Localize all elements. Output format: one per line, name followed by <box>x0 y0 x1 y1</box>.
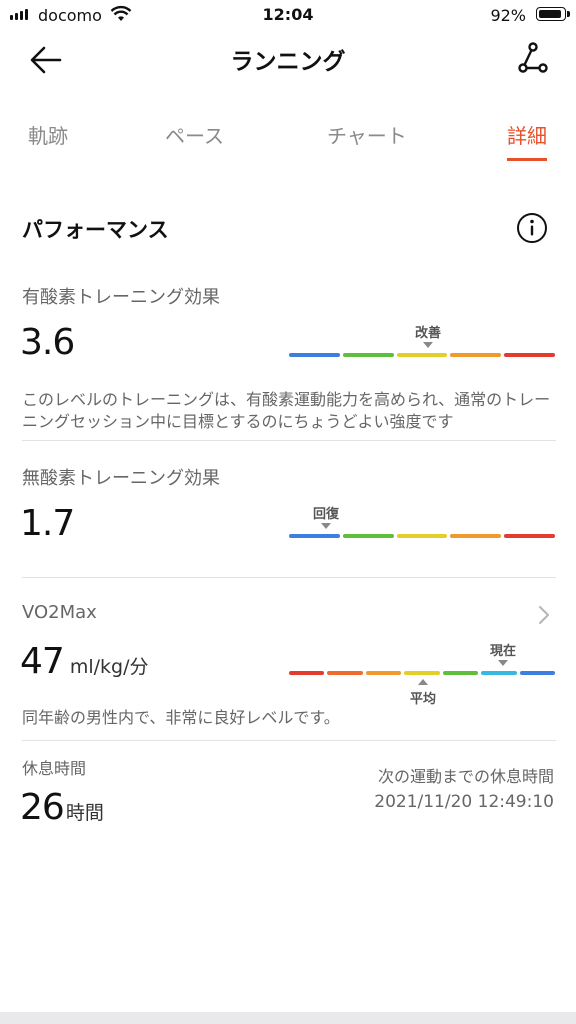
scale-segment <box>450 534 502 538</box>
aerobic-value: 3.6 <box>20 322 75 363</box>
battery-percent: 92% <box>490 6 526 25</box>
aerobic-marker-label: 改善 <box>414 326 441 341</box>
vo2max-average-marker-icon <box>418 679 428 685</box>
scale-segment <box>327 671 363 675</box>
navigation-bar: ランニング <box>0 30 576 90</box>
bottom-strip <box>0 1012 576 1024</box>
tab-bar: 軌跡 ペース チャート 詳細 <box>0 112 576 162</box>
vo2max-current-label: 現在 <box>489 644 516 659</box>
scale-segment <box>396 353 448 357</box>
scale-segment <box>289 671 325 675</box>
vo2max-current-marker-icon <box>498 660 508 666</box>
scale-segment <box>342 353 394 357</box>
vo2max-description: 同年齢の男性内で、非常に良好レベルです。 <box>22 708 340 727</box>
scale-segment <box>396 534 448 538</box>
aerobic-description: このレベルのトレーニングは、有酸素運動能力を高められ、通常のトレーニングセッショ… <box>22 390 551 431</box>
tab-chart[interactable]: チャート <box>327 120 407 149</box>
scale-segment <box>504 534 555 538</box>
rest-label: 休息時間 <box>22 759 87 778</box>
chevron-right-icon[interactable] <box>534 603 554 627</box>
anaerobic-marker-label: 回復 <box>312 507 339 522</box>
rest-value-row: 26 時間 <box>20 787 104 828</box>
vo2max-average-label: 平均 <box>409 692 436 707</box>
scale-segment <box>404 671 440 675</box>
divider <box>22 740 556 741</box>
anaerobic-label: 無酸素トレーニング効果 <box>22 468 220 489</box>
divider <box>22 577 556 578</box>
tab-pace[interactable]: ペース <box>165 120 224 149</box>
vo2max-value-row: 47 ml/kg/分 <box>20 641 148 682</box>
anaerobic-value: 1.7 <box>20 503 75 544</box>
scale-segment <box>481 671 517 675</box>
scale-segment <box>450 353 502 357</box>
anaerobic-marker-icon <box>321 523 331 529</box>
divider <box>22 440 556 441</box>
scale-segment <box>504 353 555 357</box>
info-icon[interactable] <box>516 212 548 244</box>
scale-segment <box>289 353 340 357</box>
aerobic-label: 有酸素トレーニング効果 <box>22 287 220 308</box>
battery-icon <box>536 7 570 21</box>
rest-next-time: 2021/11/20 12:49:10 <box>374 792 554 812</box>
section-title: パフォーマンス <box>22 218 169 242</box>
scale-segment <box>442 671 479 675</box>
scale-segment <box>342 534 394 538</box>
rest-value: 26 <box>20 787 65 828</box>
rest-next-label: 次の運動までの休息時間 <box>377 767 554 786</box>
vo2max-label: VO2Max <box>22 602 97 623</box>
scale-segment <box>519 671 555 675</box>
rest-unit: 時間 <box>65 802 104 824</box>
vo2max-value: 47 <box>20 641 65 682</box>
scale-segment <box>365 671 402 675</box>
vo2max-unit: ml/kg/分 <box>69 656 149 678</box>
status-bar: docomo 12:04 92% <box>0 0 576 30</box>
vo2max-scale <box>289 671 555 675</box>
tab-details[interactable]: 詳細 <box>507 120 547 161</box>
scale-segment <box>289 534 340 538</box>
aerobic-scale <box>289 353 555 357</box>
anaerobic-scale <box>289 534 555 538</box>
aerobic-marker-icon <box>423 342 433 348</box>
page-title: ランニング <box>230 49 346 75</box>
tab-track[interactable]: 軌跡 <box>28 120 68 149</box>
route-share-icon[interactable] <box>508 40 548 80</box>
